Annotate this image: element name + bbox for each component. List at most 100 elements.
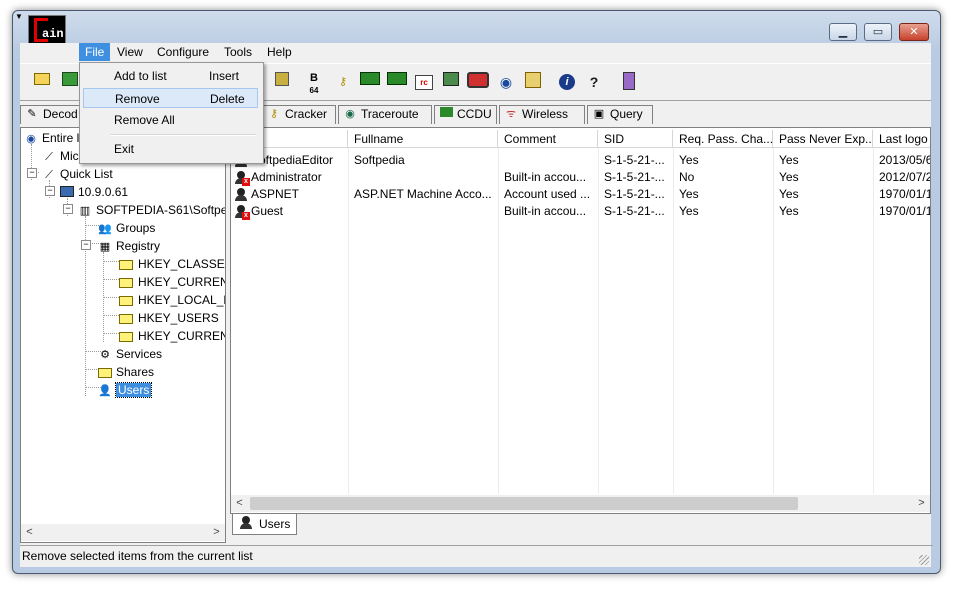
tab-ccdu[interactable]: CCDU	[434, 105, 497, 124]
base64-icon[interactable]: B 64	[304, 72, 324, 95]
cell-fullname: Softpedia	[354, 153, 405, 167]
expand-registry-icon[interactable]: −	[81, 240, 91, 250]
folder-icon	[119, 313, 133, 324]
cracker-icon: ⚷	[269, 108, 279, 120]
tab-cracker[interactable]: ⚷ Cracker	[262, 105, 336, 124]
server-icon: ▥	[79, 204, 91, 217]
system-menu-icon[interactable]: ▼	[15, 13, 23, 21]
scroll-right-icon[interactable]: >	[208, 524, 225, 541]
exit-icon[interactable]	[619, 72, 639, 92]
menu-configure[interactable]: Configure	[151, 43, 215, 61]
tree-hkey-current-config[interactable]: HKEY_CURRENT	[119, 328, 225, 344]
scroll-left-icon[interactable]: <	[231, 495, 248, 512]
expand-ip-icon[interactable]: −	[45, 186, 55, 196]
scroll-right-icon[interactable]: >	[913, 495, 930, 512]
column-header-sid[interactable]: SID	[598, 130, 673, 148]
folder-icon	[119, 295, 133, 306]
folder-icon	[119, 259, 133, 270]
column-header-fullname[interactable]: Fullname	[348, 130, 498, 148]
hash-icon[interactable]	[272, 72, 292, 92]
users-icon	[239, 516, 253, 530]
tree-microsoft-network[interactable]: ⟋ Mic	[41, 148, 79, 164]
expand-quick-list-icon[interactable]: −	[27, 168, 37, 178]
cell-name: Administrator	[251, 170, 322, 184]
calc-icon[interactable]	[441, 72, 461, 92]
menu-item-remove-all[interactable]: Remove All	[83, 110, 258, 130]
menu-help[interactable]: Help	[261, 43, 298, 61]
cell-fullname: ASP.NET Machine Acco...	[354, 187, 492, 201]
tree-horizontal-scrollbar[interactable]: < >	[21, 524, 225, 541]
menu-item-remove[interactable]: Remove Delete	[83, 88, 258, 108]
maximize-button[interactable]: ▭	[864, 23, 892, 41]
resize-grip[interactable]	[919, 555, 929, 565]
cell-last-logon: 1970/01/1	[879, 187, 931, 201]
tree-registry[interactable]: ▦ Registry	[97, 238, 160, 254]
close-button[interactable]: ✕	[899, 23, 929, 41]
cell-name: Guest	[251, 204, 284, 218]
cell-comment: Account used ...	[504, 187, 591, 201]
network-tree[interactable]: ◉ Entire l ⟋ Mic − ⟋ Quick List − 10.9.0.61…	[20, 127, 226, 543]
disabled-user-icon: x	[234, 204, 250, 220]
tree-quick-list[interactable]: ⟋ Quick List	[41, 166, 113, 182]
open-folder-icon[interactable]	[32, 72, 52, 92]
cell-pass-never-expires: Yes	[779, 187, 799, 201]
scroll-left-icon[interactable]: <	[21, 524, 38, 541]
network-node-icon: ⟋	[45, 150, 53, 163]
tree-groups[interactable]: 👥 Groups	[97, 220, 155, 236]
groups-icon: 👥	[98, 222, 112, 235]
menu-item-exit[interactable]: Exit	[83, 139, 258, 159]
tree-hkey-classes-root[interactable]: HKEY_CLASSES_	[119, 256, 225, 272]
tree-services[interactable]: ⚙ Services	[97, 346, 162, 362]
minimize-button[interactable]: ▁	[829, 23, 857, 41]
rc-icon[interactable]: rc	[414, 72, 434, 92]
tree-users[interactable]: 👤 Users	[97, 382, 153, 398]
vpn-icon[interactable]	[387, 72, 407, 92]
scrollbar-thumb[interactable]	[250, 497, 798, 510]
table-horizontal-scrollbar[interactable]: < >	[231, 495, 930, 512]
disabled-user-icon: x	[234, 170, 250, 186]
shares-folder-icon	[97, 366, 113, 380]
network-icon[interactable]	[60, 72, 80, 92]
folder-icon	[119, 277, 133, 288]
tree-hkey-current-user[interactable]: HKEY_CURRENT	[119, 274, 225, 290]
tree-host-name[interactable]: ▥ SOFTPEDIA-S61\Softpe	[77, 202, 225, 218]
tree-host-ip[interactable]: 10.9.0.61	[59, 184, 128, 200]
column-header-last-logon[interactable]: Last logo	[873, 130, 930, 148]
network-card-icon[interactable]	[467, 72, 489, 92]
menu-view[interactable]: View	[111, 43, 149, 61]
tab-decoders[interactable]: ✎ Decod	[20, 105, 82, 124]
menu-tools[interactable]: Tools	[218, 43, 258, 61]
cell-fullname	[348, 169, 498, 186]
cell-pass-never-expires: Yes	[779, 204, 799, 218]
cell-last-logon: 2013/05/6	[879, 153, 931, 167]
cell-name: ASPNET	[251, 187, 300, 201]
tab-wireless[interactable]: ᯤ Wireless	[499, 105, 585, 124]
column-header-req-pass-change[interactable]: Req. Pass. Cha...	[673, 130, 773, 148]
tree-hkey-users[interactable]: HKEY_USERS	[119, 310, 219, 326]
tab-users[interactable]: Users	[232, 514, 297, 535]
cell-req-pass-change: Yes	[679, 204, 699, 218]
column-header-pass-never-expires[interactable]: Pass Never Exp...	[773, 130, 873, 148]
expand-host-icon[interactable]: −	[63, 204, 73, 214]
lm-hash-icon[interactable]	[360, 72, 380, 92]
tab-traceroute[interactable]: ◉ Traceroute	[338, 105, 432, 124]
key-icon[interactable]: ⚷	[333, 72, 353, 92]
registry-icon: ▦	[99, 240, 111, 253]
tree-entire-network[interactable]: ◉ Entire l	[23, 130, 79, 146]
help-icon[interactable]: ?	[584, 72, 604, 92]
tree-hkey-local-machine[interactable]: HKEY_LOCAL_M	[119, 292, 225, 308]
column-header-comment[interactable]: Comment	[498, 130, 598, 148]
user-icon	[234, 187, 248, 202]
menu-file[interactable]: File	[79, 43, 111, 61]
traceroute-icon: ◉	[345, 108, 355, 120]
tab-query[interactable]: ▣ Query	[587, 105, 653, 124]
tree-shares[interactable]: Shares	[97, 364, 154, 380]
menu-item-add-to-list[interactable]: Add to list Insert	[83, 66, 258, 86]
password-key-icon[interactable]	[523, 72, 543, 92]
globe-icon[interactable]: ◉	[496, 72, 516, 92]
cell-req-pass-change: No	[679, 170, 695, 184]
cell-req-pass-change: Yes	[679, 187, 699, 201]
users-table: Fullname Comment SID Req. Pass. Cha... P…	[230, 127, 931, 514]
info-icon[interactable]: i	[557, 72, 577, 92]
cell-last-logon: 2012/07/2	[879, 170, 931, 184]
